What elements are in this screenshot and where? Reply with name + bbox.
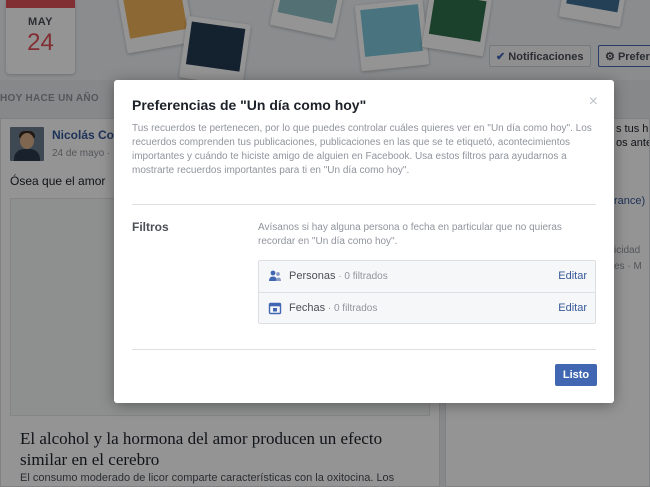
- divider: [132, 204, 596, 205]
- divider: [132, 349, 596, 350]
- people-icon: [268, 269, 282, 283]
- edit-dates-filter-link[interactable]: Editar: [558, 302, 587, 314]
- dialog-intro-text: Tus recuerdos te pertenecen, por lo que …: [132, 123, 592, 176]
- filter-count: · 0 filtrados: [335, 271, 388, 282]
- filter-row-people: Personas · 0 filtrados Editar: [259, 261, 595, 293]
- edit-people-filter-link[interactable]: Editar: [558, 270, 587, 282]
- done-button[interactable]: Listo: [555, 364, 597, 386]
- close-icon[interactable]: ×: [589, 94, 598, 110]
- filter-name: Personas: [289, 270, 336, 282]
- filters-list: Personas · 0 filtrados Editar Fechas · 0…: [258, 260, 596, 324]
- filter-count: · 0 filtrados: [325, 303, 378, 314]
- dialog-title: Preferencias de "Un día como hoy": [132, 97, 367, 113]
- filter-name: Fechas: [289, 302, 326, 314]
- filters-help-text: Avísanos si hay alguna persona o fecha e…: [258, 222, 562, 247]
- calendar-icon: [268, 301, 282, 315]
- filter-row-dates: Fechas · 0 filtrados Editar: [259, 293, 595, 324]
- memories-preferences-dialog: Preferencias de "Un día como hoy" × Tus …: [114, 80, 614, 403]
- filters-label: Filtros: [132, 220, 169, 234]
